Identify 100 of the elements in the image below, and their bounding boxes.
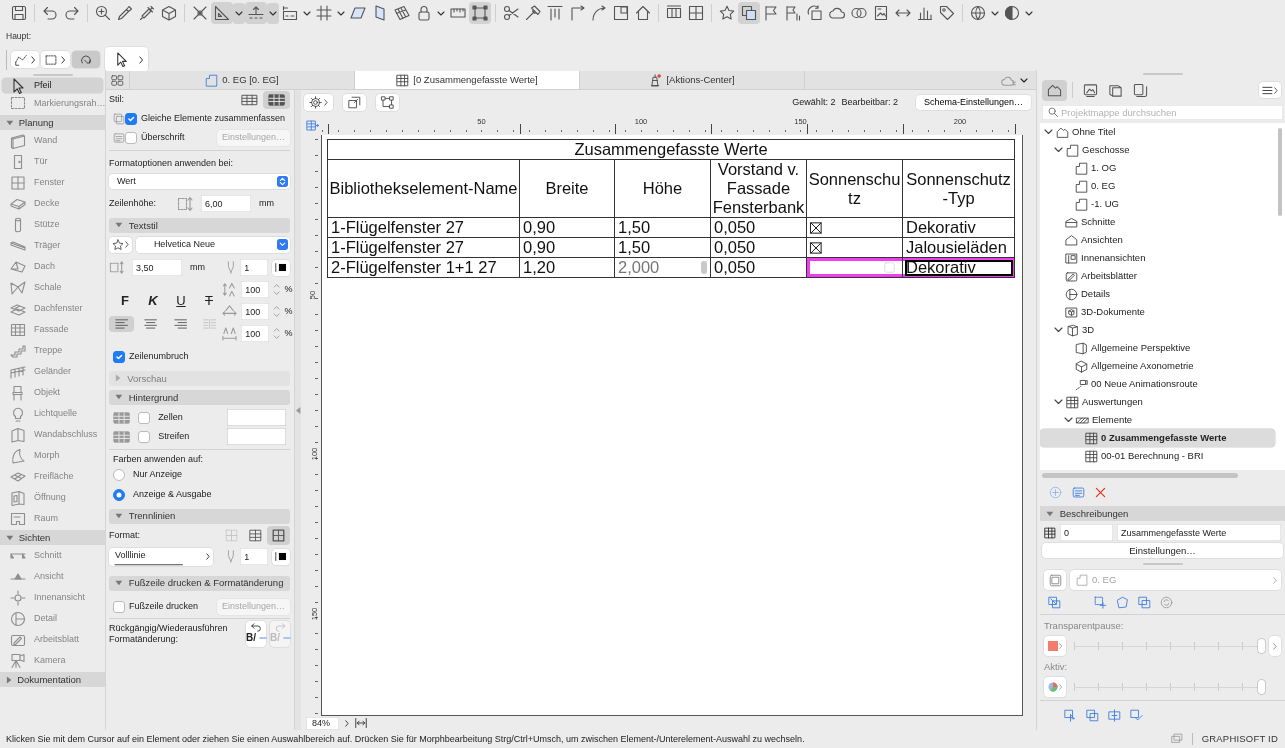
value-dropdown[interactable]: Wert <box>109 173 290 189</box>
caret-icon[interactable] <box>337 10 345 16</box>
tree-item[interactable]: Innenansichten <box>1040 249 1275 267</box>
color-field[interactable] <box>227 409 286 427</box>
hammer-icon[interactable] <box>525 5 541 21</box>
search-field[interactable]: Projektmappe durchsuchen <box>1042 105 1283 120</box>
radio-button[interactable] <box>113 468 125 481</box>
input-field[interactable]: 0 <box>1060 524 1113 541</box>
section-header[interactable]: Hintergrund <box>109 389 290 405</box>
circles-icon[interactable] <box>851 5 867 21</box>
eyedropper-icon[interactable] <box>117 5 133 21</box>
format-button[interactable]: F <box>113 291 137 310</box>
tool-button[interactable] <box>11 51 40 69</box>
section-header[interactable]: Fußzeile drucken & Formatänderung <box>109 575 290 591</box>
scissors-icon[interactable] <box>503 5 519 21</box>
slider-thumb[interactable] <box>1258 680 1265 694</box>
schema-settings-button[interactable]: Schema-Einstellungen… <box>915 95 1031 110</box>
color-button[interactable] <box>272 259 290 276</box>
section-header[interactable]: Trennlinien <box>109 508 290 524</box>
copy-frame-icon[interactable] <box>1086 708 1099 722</box>
view-options-button[interactable] <box>304 94 333 111</box>
checked-box-icon[interactable] <box>810 221 822 234</box>
cloud-icon[interactable] <box>829 5 845 21</box>
tree-item[interactable]: Arbeitsblätter <box>1040 267 1275 285</box>
checkbox[interactable] <box>113 600 125 613</box>
tree-item[interactable]: 1. OG <box>1040 159 1275 177</box>
image-document-icon[interactable] <box>873 5 889 21</box>
house-icon[interactable] <box>635 5 651 21</box>
radio-button[interactable] <box>113 488 125 501</box>
color-button[interactable] <box>272 548 290 565</box>
tree-item[interactable]: Elemente <box>1040 411 1275 429</box>
plane-icon[interactable] <box>350 5 366 21</box>
tree-item[interactable]: Ansichten <box>1040 231 1275 249</box>
caret-icon[interactable] <box>1020 77 1028 83</box>
checked-box-icon[interactable] <box>810 241 822 254</box>
check-frame-icon[interactable] <box>1130 708 1143 722</box>
scrollbar-thumb[interactable] <box>1278 128 1282 216</box>
lock-icon[interactable] <box>416 5 432 21</box>
selection-handles-icon[interactable] <box>469 2 491 24</box>
floppy-disk-icon[interactable] <box>11 5 27 21</box>
grid-plane-icon[interactable] <box>394 5 410 21</box>
checkbox[interactable] <box>125 131 137 144</box>
tree-item[interactable]: 3D <box>1040 321 1275 339</box>
tree-item[interactable]: Allgemeine Perspektive <box>1040 339 1275 357</box>
color-button[interactable] <box>1044 677 1066 697</box>
drag-handle[interactable] <box>1142 563 1183 565</box>
cross-icon[interactable] <box>192 5 208 21</box>
caret-icon[interactable] <box>267 2 279 24</box>
section-header[interactable]: Sichten <box>0 530 105 545</box>
menu-button[interactable] <box>1259 82 1281 98</box>
section-header[interactable]: Planung <box>0 115 105 130</box>
checkbox[interactable] <box>138 430 151 443</box>
drag-handle[interactable] <box>1142 73 1183 75</box>
stacked-pages-icon[interactable] <box>1133 82 1148 98</box>
checkbox[interactable] <box>113 350 125 363</box>
color-field[interactable] <box>227 428 286 446</box>
flag-bars-icon[interactable] <box>785 5 801 21</box>
favorites-button[interactable] <box>109 236 132 253</box>
ruler-table-icon[interactable] <box>306 118 319 132</box>
split-frame-icon[interactable] <box>1108 708 1121 722</box>
tab[interactable]: [0 Zusammengefasste Werte] <box>355 71 580 89</box>
input-field[interactable]: 1 <box>240 548 269 566</box>
format-button[interactable]: U <box>169 291 193 310</box>
magnifier-icon[interactable] <box>95 5 111 21</box>
scrollbar-thumb[interactable] <box>701 261 707 274</box>
tag-icon[interactable] <box>939 5 955 21</box>
zoom-field[interactable]: 84% <box>306 716 339 730</box>
format-button[interactable]: K <box>141 291 165 310</box>
section-header[interactable]: Dokumentation <box>0 672 105 687</box>
curve-arrow-icon[interactable] <box>591 5 607 21</box>
checkbox[interactable] <box>138 411 151 424</box>
settings-button[interactable]: Einstellungen… <box>1042 543 1283 558</box>
tree-item[interactable]: Details <box>1040 285 1275 303</box>
full-grid-icon[interactable] <box>267 526 290 546</box>
toolbar-button[interactable] <box>342 94 366 111</box>
tree-item[interactable]: 0. EG <box>1040 177 1275 195</box>
grid-rows-icon[interactable] <box>249 529 262 543</box>
section-header[interactable]: Textstil <box>109 217 290 233</box>
cell-editor[interactable]: 2,000 <box>618 258 707 277</box>
toolbar-button[interactable] <box>375 94 399 111</box>
undo-icon[interactable] <box>42 5 58 21</box>
input-field[interactable]: 6,00 <box>201 195 251 213</box>
star-icon[interactable] <box>719 5 735 21</box>
format-undo-button[interactable]: B/ <box>246 620 266 647</box>
tree-item[interactable]: Auswertungen <box>1040 393 1275 411</box>
input-field[interactable]: 100 <box>241 281 270 299</box>
tree-item[interactable]: Geschosse <box>1040 141 1275 159</box>
overlapping-squares-icon[interactable] <box>738 2 760 24</box>
fit-width-icon[interactable] <box>354 717 367 729</box>
tree-item[interactable]: Schnitte <box>1040 213 1275 231</box>
tool-button[interactable] <box>41 51 70 69</box>
tool-button[interactable] <box>71 51 100 69</box>
tree-item[interactable]: 00-01 Berechnung - BRI <box>1040 447 1275 465</box>
globe-icon[interactable] <box>970 5 986 21</box>
split-columns-icon[interactable] <box>666 5 682 21</box>
nested-square-icon[interactable] <box>613 5 629 21</box>
align-left-icon[interactable] <box>109 315 135 332</box>
align-center-icon[interactable] <box>144 318 158 329</box>
pointer-frame-icon[interactable] <box>1064 708 1077 722</box>
polygon-icon[interactable] <box>1116 595 1129 609</box>
